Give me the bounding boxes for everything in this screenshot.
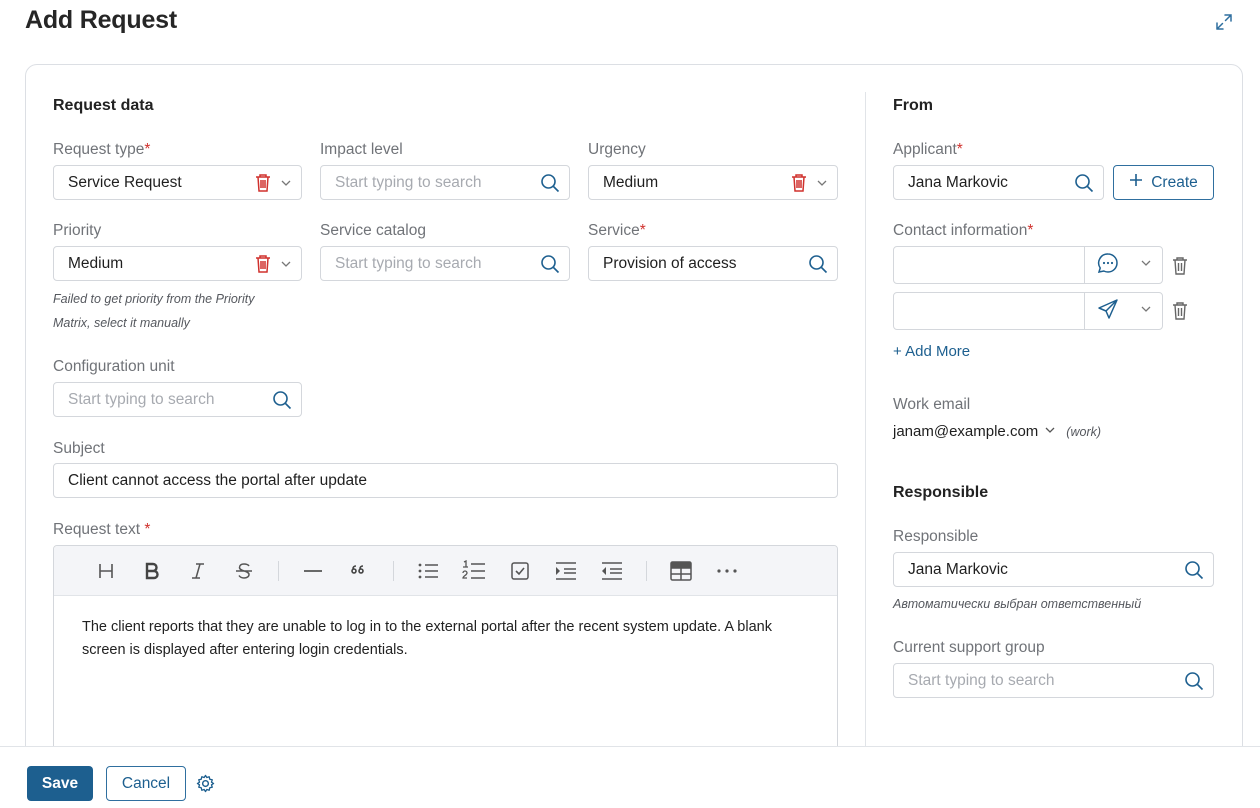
priority-label: Priority <box>53 222 102 239</box>
contact-type-select[interactable] <box>1084 247 1162 283</box>
contact-information-label: Contact information* <box>893 222 1034 239</box>
search-icon[interactable] <box>539 253 561 275</box>
trash-icon[interactable] <box>789 173 809 193</box>
toolbar-divider <box>278 560 279 581</box>
bullet-list-icon[interactable] <box>416 559 440 583</box>
configuration-unit-label: Configuration unit <box>53 358 175 375</box>
heading-icon[interactable] <box>94 559 118 583</box>
service-catalog-input[interactable]: Start typing to search <box>320 246 570 281</box>
service-label: Service* <box>588 222 646 239</box>
trash-icon[interactable] <box>1171 301 1191 321</box>
contact-type-select[interactable] <box>1084 293 1162 329</box>
search-icon[interactable] <box>1183 670 1205 692</box>
outdent-icon[interactable] <box>600 559 624 583</box>
trash-icon[interactable] <box>1171 256 1191 276</box>
service-catalog-label: Service catalog <box>320 222 426 239</box>
search-icon[interactable] <box>807 253 829 275</box>
contact-row-messenger <box>893 246 1163 284</box>
service-input[interactable]: Provision of access <box>588 246 838 281</box>
chevron-down-icon[interactable] <box>277 174 295 192</box>
request-data-title: Request data <box>53 97 154 114</box>
request-text-content[interactable]: The client reports that they are unable … <box>54 596 837 682</box>
quote-icon[interactable] <box>347 559 371 583</box>
indent-icon[interactable] <box>554 559 578 583</box>
cancel-button[interactable]: Cancel <box>106 766 186 801</box>
request-type-select[interactable]: Service Request <box>53 165 302 200</box>
responsible-section-title: Responsible <box>893 484 989 501</box>
search-icon[interactable] <box>1183 559 1205 581</box>
bold-icon[interactable] <box>140 559 164 583</box>
support-group-input[interactable]: Start typing to search <box>893 663 1214 698</box>
from-title: From <box>893 97 933 114</box>
save-button[interactable]: Save <box>27 766 93 801</box>
toolbar-divider <box>646 560 647 581</box>
configuration-unit-input[interactable]: Start typing to search <box>53 382 302 417</box>
search-icon[interactable] <box>271 389 293 411</box>
applicant-input[interactable]: Jana Markovic <box>893 165 1104 200</box>
chevron-down-icon[interactable] <box>277 255 295 273</box>
chevron-down-icon <box>1140 302 1152 320</box>
chevron-down-icon[interactable] <box>1044 423 1056 440</box>
send-icon <box>1097 298 1119 325</box>
checklist-icon[interactable] <box>508 559 532 583</box>
impact-level-input[interactable]: Start typing to search <box>320 165 570 200</box>
form-footer <box>0 746 1260 808</box>
responsible-label: Responsible <box>893 528 979 545</box>
chevron-down-icon[interactable] <box>813 174 831 192</box>
contact-row-telegram <box>893 292 1163 330</box>
plus-icon <box>1129 173 1143 192</box>
applicant-label: Applicant* <box>893 141 963 158</box>
support-group-label: Current support group <box>893 639 1045 656</box>
subject-label: Subject <box>53 440 105 457</box>
strikethrough-icon[interactable] <box>232 559 256 583</box>
subject-input[interactable]: Client cannot access the portal after up… <box>53 463 838 498</box>
contact-value-input[interactable] <box>894 293 1084 329</box>
italic-icon[interactable] <box>186 559 210 583</box>
chevron-down-icon <box>1140 256 1152 274</box>
expand-icon[interactable] <box>1214 12 1234 32</box>
urgency-label: Urgency <box>588 141 646 158</box>
request-type-label: Request type* <box>53 141 151 158</box>
responsible-input[interactable]: Jana Markovic <box>893 552 1214 587</box>
search-icon[interactable] <box>1073 172 1095 194</box>
numbered-list-icon[interactable] <box>462 559 486 583</box>
create-applicant-button[interactable]: Create <box>1113 165 1214 200</box>
contact-value-input[interactable] <box>894 247 1084 283</box>
responsible-hint: Автоматически выбран ответственный <box>893 597 1142 611</box>
request-text-editor[interactable]: The client reports that they are unable … <box>53 545 838 765</box>
column-divider <box>865 92 866 746</box>
impact-level-label: Impact level <box>320 141 403 158</box>
add-more-link[interactable]: + Add More <box>893 343 970 360</box>
toolbar-divider <box>393 560 394 581</box>
search-icon[interactable] <box>539 172 561 194</box>
urgency-select[interactable]: Medium <box>588 165 838 200</box>
priority-hint: Failed to get priority from the Priority… <box>53 292 255 330</box>
work-email-value[interactable]: janam@example.com (work) <box>893 423 1101 440</box>
page-title: Add Request <box>25 6 177 34</box>
trash-icon[interactable] <box>253 173 273 193</box>
trash-icon[interactable] <box>253 254 273 274</box>
more-icon[interactable] <box>715 559 739 583</box>
table-icon[interactable] <box>669 559 693 583</box>
editor-toolbar <box>54 546 837 596</box>
gear-icon[interactable] <box>196 774 215 793</box>
work-email-label: Work email <box>893 396 971 413</box>
horizontal-rule-icon[interactable] <box>301 559 325 583</box>
request-text-label: Request text * <box>53 521 151 538</box>
chat-bubble-icon <box>1097 252 1119 279</box>
priority-select[interactable]: Medium <box>53 246 302 281</box>
